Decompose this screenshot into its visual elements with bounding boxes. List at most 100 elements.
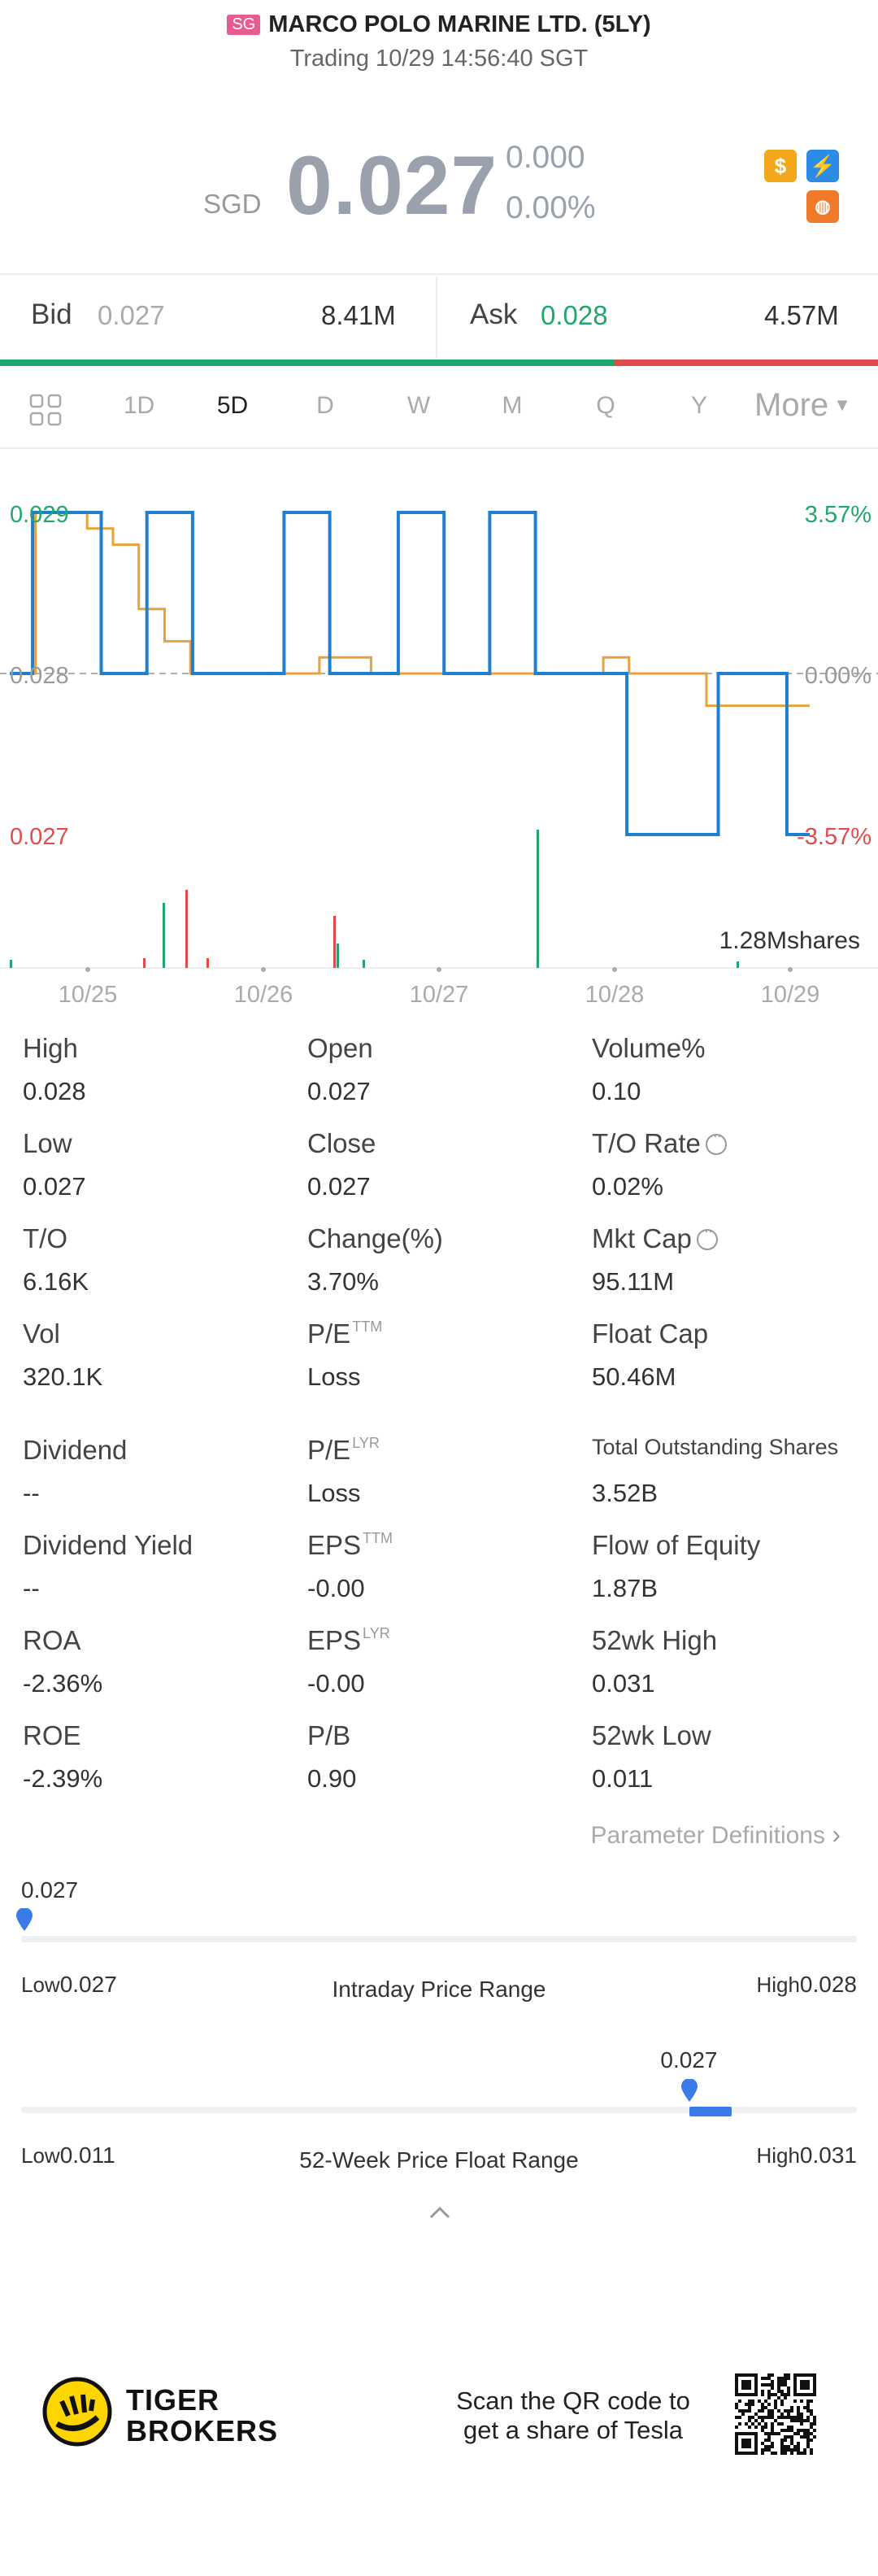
stat-value: -- xyxy=(23,1479,40,1507)
intraday-current-price: 0.027 xyxy=(21,1877,79,1903)
volume-bar xyxy=(185,890,188,968)
week52-range-title: 52-Week Price Float Range xyxy=(299,2147,579,2173)
stat-label: Open xyxy=(307,1033,373,1063)
tab-5d[interactable]: 5D xyxy=(200,392,265,420)
tab-w[interactable]: W xyxy=(386,392,451,420)
stat-value: Loss xyxy=(307,1362,361,1391)
stat-value: 3.70% xyxy=(307,1267,379,1296)
stat-value: 0.031 xyxy=(592,1669,655,1698)
stat-label-superscript: LYR xyxy=(363,1625,390,1641)
grid-layout-icon[interactable] xyxy=(29,394,62,426)
stat-label-superscript: LYR xyxy=(352,1435,380,1451)
stat-label: Low xyxy=(23,1128,72,1158)
stat-value: 6.16K xyxy=(23,1267,89,1296)
stat-label: Total Outstanding Shares xyxy=(592,1435,839,1459)
intraday-position-marker-icon xyxy=(16,1907,33,1931)
stat-label: 52wk Low xyxy=(592,1720,711,1750)
stat-label-superscript: TTM xyxy=(363,1530,393,1546)
stat-label: Change(%) xyxy=(307,1223,443,1253)
stat-value: 0.10 xyxy=(592,1077,641,1105)
stat-value: 0.028 xyxy=(23,1077,86,1105)
stat-value: -2.39% xyxy=(23,1764,103,1793)
qr-code xyxy=(735,2373,816,2455)
stat-label: P/E LYR xyxy=(307,1435,380,1465)
exchange-badge: SG xyxy=(227,15,261,35)
parameter-definitions-label: Parameter Definitions xyxy=(590,1822,825,1849)
tab-y[interactable]: Y xyxy=(667,392,732,420)
stat-value: 1.87B xyxy=(592,1574,658,1602)
stat-label: T/O Rate xyxy=(592,1127,727,1159)
y-axis-price-label: 0.029 xyxy=(10,502,69,528)
stat-label: EPS LYR xyxy=(307,1625,390,1655)
brand-name-line1: TIGER xyxy=(126,2383,220,2417)
stat-value: 0.90 xyxy=(307,1764,357,1793)
intraday-chart[interactable]: 0.029 0.028 0.027 3.57% 0.00% -3.57% 10/25 10/2… xyxy=(0,488,878,1009)
volume-bar xyxy=(206,958,209,968)
avg-price-line xyxy=(10,511,810,708)
tab-q[interactable]: Q xyxy=(573,392,638,420)
order-book-ratio-bar xyxy=(0,360,878,366)
parameter-definitions-link[interactable]: Parameter Definitions › xyxy=(591,1820,841,1850)
tab-1d[interactable]: 1D xyxy=(106,392,172,420)
x-axis-date-label: 10/26 xyxy=(234,982,293,1008)
y-axis-pct-label: 0.00% xyxy=(805,663,871,689)
stat-label: Volume% xyxy=(592,1033,706,1063)
tab-more[interactable]: More ▼ xyxy=(754,387,851,424)
stat-label: High xyxy=(23,1033,78,1063)
price-change-pct: 0.00% xyxy=(506,190,596,225)
week52-position-marker-icon xyxy=(681,2078,698,2102)
trading-status: Trading 10/29 14:56:40 SGT xyxy=(289,46,589,72)
stat-value: 0.02% xyxy=(592,1172,663,1201)
bid-label: Bid xyxy=(31,299,72,330)
stat-value: 0.027 xyxy=(23,1172,86,1201)
stock-name: MARCO POLO MARINE LTD. (5LY) xyxy=(268,11,651,37)
ask-size: 4.57M xyxy=(764,300,839,330)
x-axis-tick xyxy=(85,967,90,972)
volume-bar xyxy=(363,960,365,968)
week52-high: High0.031 xyxy=(756,2142,857,2168)
stat-label: Vol xyxy=(23,1319,60,1349)
lightning-icon[interactable]: ⚡ xyxy=(806,150,839,182)
stat-label: Close xyxy=(307,1128,376,1158)
x-axis-tick xyxy=(612,967,617,972)
stat-value: 0.011 xyxy=(592,1764,654,1793)
info-icon[interactable] xyxy=(696,1223,718,1250)
ask-label: Ask xyxy=(470,299,518,330)
stat-label: Dividend Yield xyxy=(23,1530,193,1560)
volume-bar xyxy=(10,960,12,968)
volume-bar xyxy=(737,961,739,968)
price-change: 0.000 xyxy=(506,140,585,175)
x-axis-date-label: 10/28 xyxy=(585,982,645,1008)
x-axis-tick xyxy=(437,967,441,972)
brain-icon[interactable]: ◍ xyxy=(806,190,839,223)
stat-value: -0.00 xyxy=(307,1574,365,1602)
intraday-range-bar xyxy=(21,1936,857,1942)
stat-label: Mkt Cap xyxy=(592,1223,718,1254)
bid-size: 8.41M xyxy=(321,300,396,330)
chevron-up-icon[interactable] xyxy=(428,2204,452,2221)
stat-label: 52wk High xyxy=(592,1625,718,1655)
ask-price: 0.028 xyxy=(541,300,608,330)
stat-label: Flow of Equity xyxy=(592,1530,761,1560)
dollar-icon[interactable]: $ xyxy=(764,150,797,182)
volume-bar xyxy=(333,916,336,968)
tab-d[interactable]: D xyxy=(293,392,358,420)
bid-ratio-fill xyxy=(0,360,615,366)
x-axis-date-label: 10/27 xyxy=(410,982,469,1008)
stat-label: Dividend xyxy=(23,1435,128,1465)
info-icon[interactable] xyxy=(705,1127,727,1155)
intraday-range-title: Intraday Price Range xyxy=(332,1977,546,2002)
week52-current-price: 0.027 xyxy=(660,2047,718,2073)
stat-label: EPS TTM xyxy=(307,1530,393,1560)
last-price: 0.027 xyxy=(286,139,498,232)
stat-value: 3.52B xyxy=(592,1479,658,1507)
week52-range-bar xyxy=(21,2107,857,2116)
chevron-right-icon: › xyxy=(832,1820,841,1849)
volume-bar xyxy=(143,958,146,968)
bid-ask-divider xyxy=(436,277,437,358)
stat-value: 50.46M xyxy=(592,1362,676,1391)
tab-m[interactable]: M xyxy=(480,392,545,420)
promo-line2: get a share of Tesla xyxy=(463,2416,683,2444)
stat-value: 95.11M xyxy=(592,1267,675,1296)
stat-value: Loss xyxy=(307,1479,361,1507)
